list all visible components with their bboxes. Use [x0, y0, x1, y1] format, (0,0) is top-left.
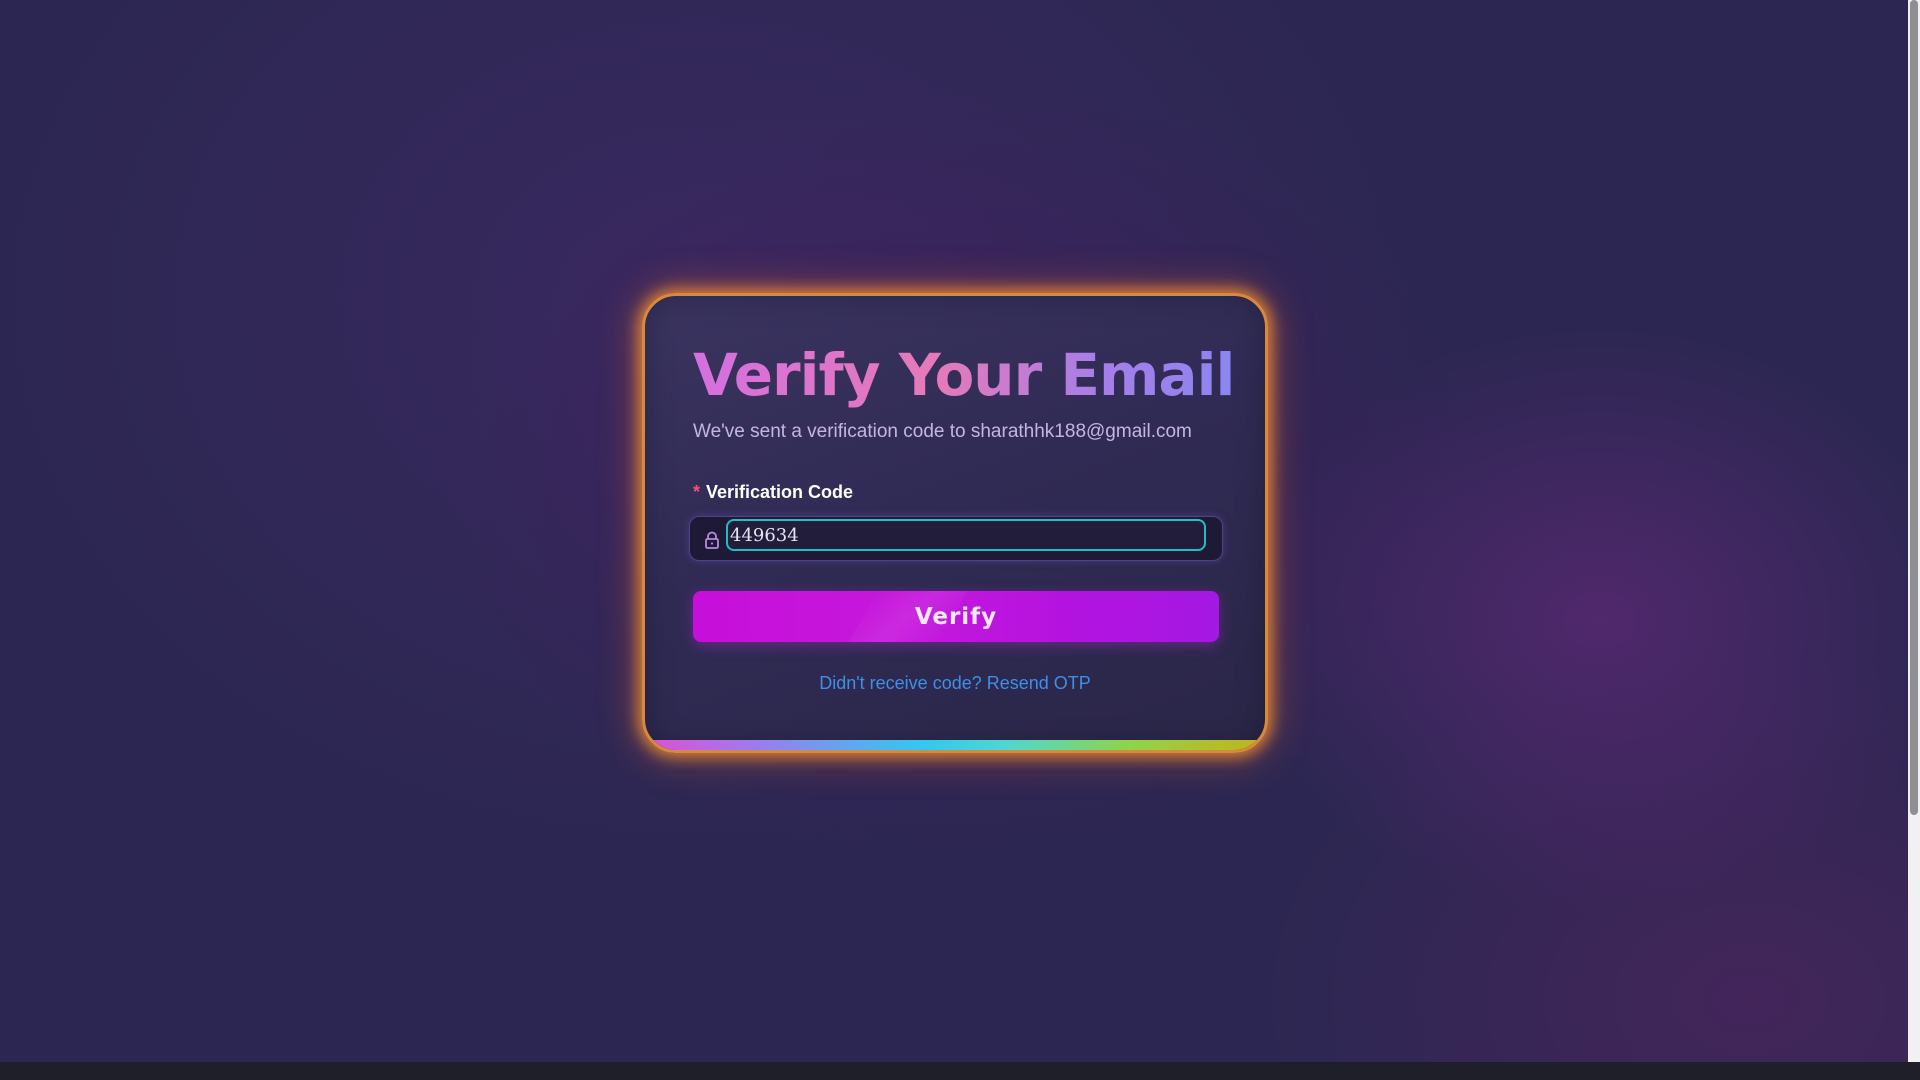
verify-email-card: Verify Your Email We've sent a verificat…: [642, 293, 1268, 753]
page-viewport: Verify Your Email We've sent a verificat…: [0, 0, 1908, 1062]
verification-code-label: * Verification Code: [693, 482, 853, 503]
verify-button[interactable]: Verify: [693, 591, 1219, 642]
card-subtitle: We've sent a verification code to sharat…: [693, 421, 1192, 442]
lock-icon: [705, 531, 719, 549]
verification-code-label-text: Verification Code: [706, 482, 854, 502]
card-title: Verify Your Email: [693, 341, 1235, 409]
verification-code-field: [689, 516, 1223, 561]
scrollbar-thumb[interactable]: [1910, 0, 1918, 815]
bottom-bar: [0, 1062, 1920, 1080]
resend-otp-link[interactable]: Didn't receive code? Resend OTP: [645, 673, 1265, 694]
vertical-scrollbar[interactable]: [1908, 0, 1920, 1062]
verify-button-label: Verify: [914, 603, 998, 630]
required-marker: *: [693, 482, 701, 502]
verification-code-input[interactable]: [726, 519, 1206, 551]
rainbow-accent-bar: [645, 740, 1265, 750]
